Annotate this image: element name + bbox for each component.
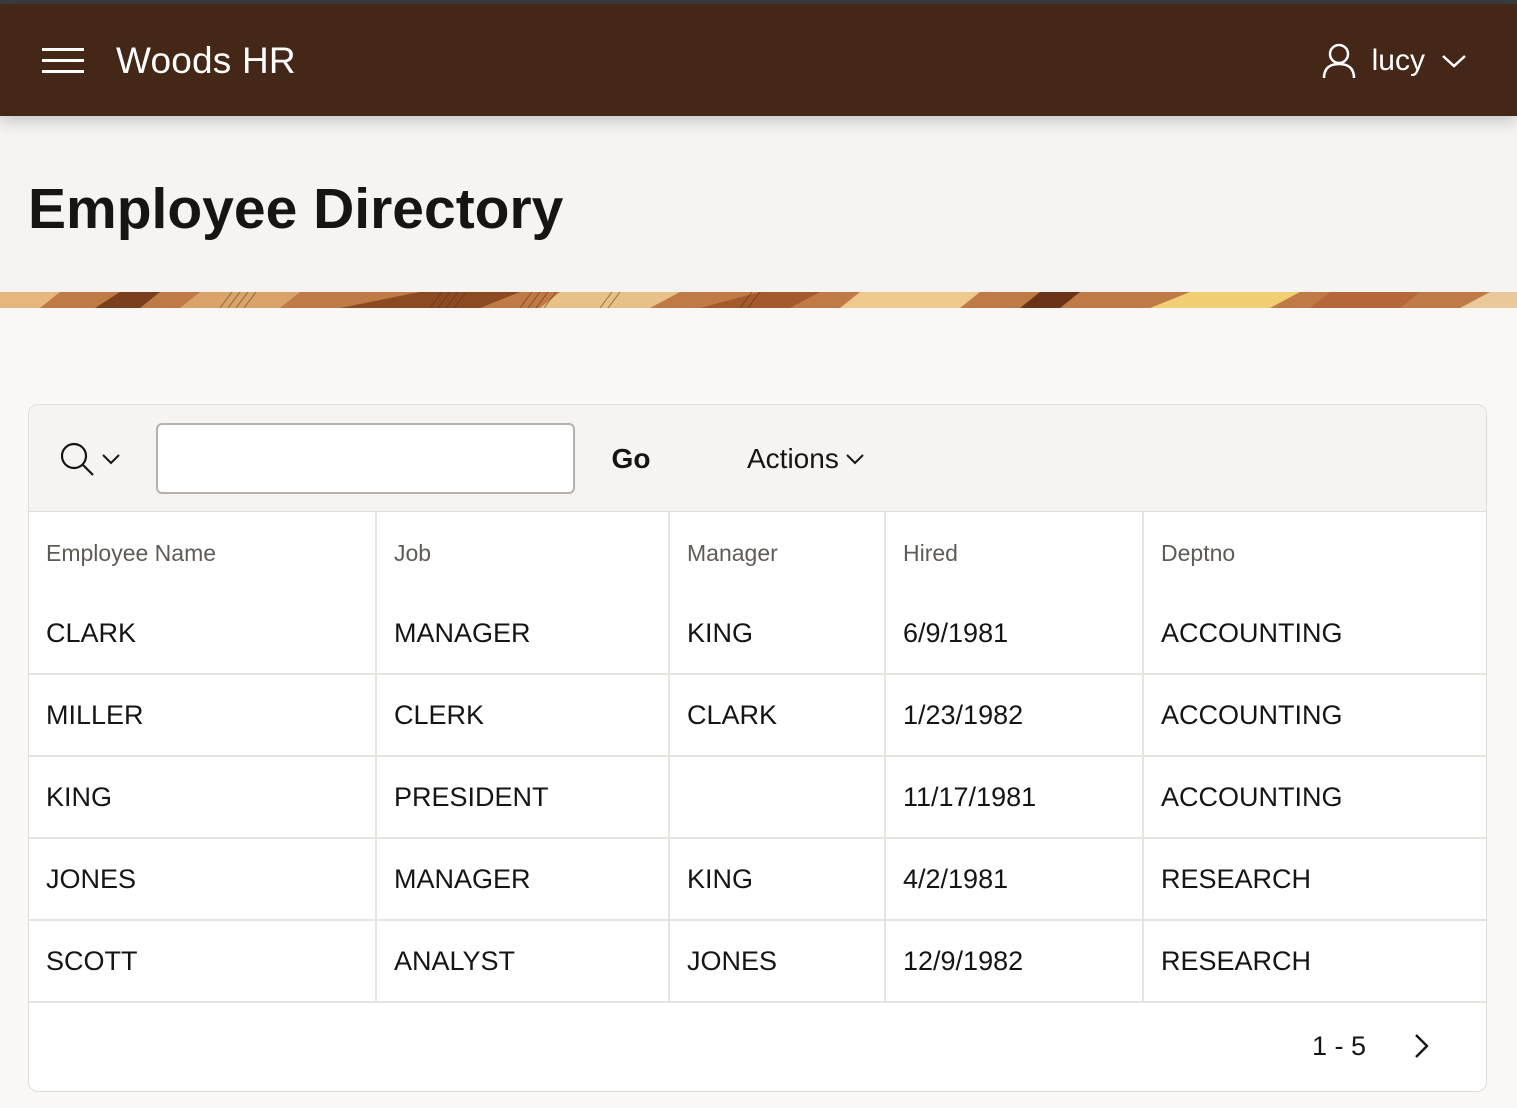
cell-deptno: ACCOUNTING xyxy=(1143,674,1486,757)
cell-employee-name: JONES xyxy=(29,838,377,921)
page-title: Employee Directory xyxy=(28,177,564,241)
user-icon xyxy=(1322,43,1355,79)
cell-manager xyxy=(669,756,886,839)
chevron-down-icon xyxy=(1442,55,1466,68)
table-row: MILLER CLERK CLARK 1/23/1982 ACCOUNTING xyxy=(29,674,1486,757)
employee-report: Go Actions Employee Name Job Manager Hir… xyxy=(28,404,1487,1092)
user-name: lucy xyxy=(1371,44,1425,77)
report-toolbar: Go Actions xyxy=(29,405,1486,512)
table-row: SCOTT ANALYST JONES 12/9/1982 RESEARCH xyxy=(29,920,1486,1003)
table-row: JONES MANAGER KING 4/2/1981 RESEARCH xyxy=(29,838,1486,921)
app-header: Woods HR lucy xyxy=(0,4,1517,116)
chevron-right-icon xyxy=(1415,1034,1429,1058)
column-header-deptno[interactable]: Deptno xyxy=(1143,512,1486,594)
search-column-selector[interactable] xyxy=(59,435,131,483)
cell-hired: 12/9/1982 xyxy=(885,920,1144,1003)
cell-manager: KING xyxy=(669,594,886,675)
cell-manager: JONES xyxy=(669,920,886,1003)
go-button[interactable]: Go xyxy=(595,431,667,487)
cell-hired: 11/17/1981 xyxy=(885,756,1144,839)
chevron-down-icon xyxy=(846,454,864,465)
cell-job: CLERK xyxy=(376,674,670,757)
navigation-menu-button[interactable] xyxy=(32,30,94,92)
cell-manager: KING xyxy=(669,838,886,921)
cell-employee-name: MILLER xyxy=(29,674,377,757)
table-row: KING PRESIDENT 11/17/1981 ACCOUNTING xyxy=(29,756,1486,839)
hamburger-menu-icon xyxy=(42,48,84,73)
table-row: CLARK MANAGER KING 6/9/1981 ACCOUNTING xyxy=(29,594,1486,675)
page-hero: Employee Directory xyxy=(0,116,1517,292)
cell-job: MANAGER xyxy=(376,838,670,921)
search-input[interactable] xyxy=(156,423,575,494)
cell-hired: 6/9/1981 xyxy=(885,594,1144,675)
cell-deptno: ACCOUNTING xyxy=(1143,594,1486,675)
chevron-down-icon xyxy=(102,454,120,465)
app-title[interactable]: Woods HR xyxy=(116,38,296,84)
cell-deptno: RESEARCH xyxy=(1143,920,1486,1003)
column-header-hired[interactable]: Hired xyxy=(885,512,1144,594)
cell-employee-name: KING xyxy=(29,756,377,839)
cell-manager: CLARK xyxy=(669,674,886,757)
cell-hired: 1/23/1982 xyxy=(885,674,1144,757)
cell-deptno: ACCOUNTING xyxy=(1143,756,1486,839)
column-header-manager[interactable]: Manager xyxy=(669,512,886,594)
actions-label: Actions xyxy=(747,443,839,474)
cell-employee-name: CLARK xyxy=(29,594,377,675)
actions-menu-button[interactable]: Actions xyxy=(737,431,877,487)
cell-deptno: RESEARCH xyxy=(1143,838,1486,921)
user-menu-button[interactable]: lucy xyxy=(1322,38,1467,84)
cell-employee-name: SCOTT xyxy=(29,920,377,1003)
column-header-job[interactable]: Job xyxy=(376,512,670,594)
cell-job: ANALYST xyxy=(376,920,670,1003)
decorative-banner xyxy=(0,292,1517,308)
page-range: 1 - 5 xyxy=(1311,1030,1366,1061)
pagination: 1 - 5 xyxy=(1312,1021,1442,1071)
search-icon xyxy=(60,442,94,476)
next-page-button[interactable] xyxy=(1402,1026,1442,1066)
table-header-row: Employee Name Job Manager Hired Deptno xyxy=(29,512,1486,594)
cell-job: MANAGER xyxy=(376,594,670,675)
cell-job: PRESIDENT xyxy=(376,756,670,839)
employee-table: Employee Name Job Manager Hired Deptno C… xyxy=(29,512,1486,1003)
cell-hired: 4/2/1981 xyxy=(885,838,1144,921)
column-header-employee-name[interactable]: Employee Name xyxy=(29,512,377,594)
